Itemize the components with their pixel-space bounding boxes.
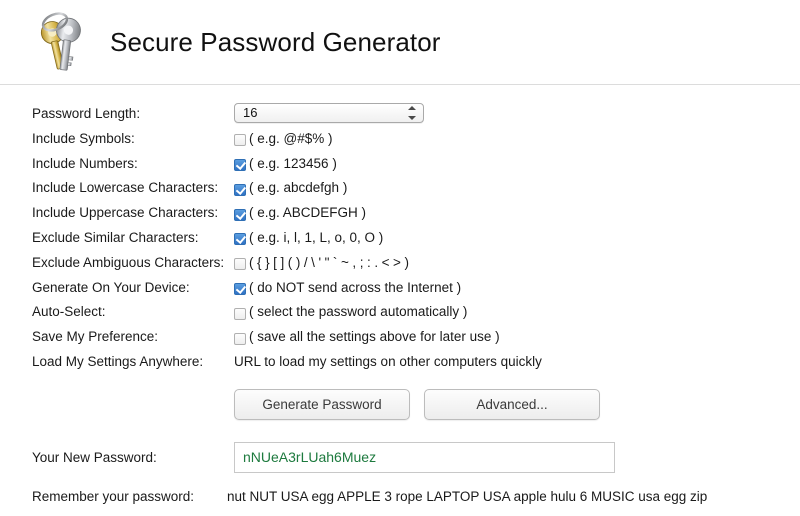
hint-include-numbers: ( e.g. 123456 ) bbox=[249, 155, 337, 171]
advanced-button[interactable]: Advanced... bbox=[424, 388, 600, 420]
field-exclude-ambiguous: ( { } [ ] ( ) / \ ' " ` ~ , ; : . < > ) bbox=[234, 251, 800, 276]
stepper-arrows-icon bbox=[408, 106, 417, 120]
checkbox-exclude-similar[interactable] bbox=[234, 233, 246, 246]
generate-password-button[interactable]: Generate Password bbox=[234, 388, 410, 420]
remember-password-value: nut NUT USA egg APPLE 3 rope LAPTOP USA … bbox=[227, 488, 708, 504]
load-settings-link[interactable]: URL to load my settings on other compute… bbox=[234, 350, 542, 375]
row-include-numbers: Include Numbers: ( e.g. 123456 ) bbox=[0, 152, 800, 177]
label-password-length: Password Length: bbox=[32, 106, 141, 121]
row-load-settings: Load My Settings Anywhere: URL to load m… bbox=[0, 350, 800, 375]
field-save-preference: ( save all the settings above for later … bbox=[234, 325, 800, 350]
checkbox-generate-on-device[interactable] bbox=[234, 282, 246, 295]
hint-include-lowercase: ( e.g. abcdefgh ) bbox=[249, 180, 348, 196]
row-password-length: Password Length: 16 bbox=[0, 102, 800, 127]
row-save-preference: Save My Preference: ( save all the setti… bbox=[0, 325, 800, 350]
checkbox-save-preference[interactable] bbox=[234, 332, 246, 345]
label-generate-on-device: Generate On Your Device: bbox=[32, 279, 190, 295]
app-header: Secure Password Generator bbox=[0, 0, 800, 85]
field-password-length: 16 bbox=[234, 102, 800, 123]
password-length-select[interactable]: 16 bbox=[234, 103, 424, 123]
checkbox-exclude-ambiguous[interactable] bbox=[234, 258, 246, 271]
hint-auto-select: ( select the password automatically ) bbox=[249, 304, 468, 320]
label-include-lowercase: Include Lowercase Characters: bbox=[32, 180, 219, 196]
action-buttons: Generate Password Advanced... bbox=[0, 388, 800, 420]
field-include-uppercase: ( e.g. ABCDEFGH ) bbox=[234, 201, 800, 226]
label-include-uppercase: Include Uppercase Characters: bbox=[32, 205, 219, 221]
label-exclude-similar: Exclude Similar Characters: bbox=[32, 229, 199, 245]
field-include-numbers: ( e.g. 123456 ) bbox=[234, 152, 800, 177]
row-exclude-similar: Exclude Similar Characters: ( e.g. i, l,… bbox=[0, 226, 800, 251]
hint-generate-on-device: ( do NOT send across the Internet ) bbox=[249, 279, 462, 295]
new-password-input[interactable]: nNUeA3rLUah6Muez bbox=[234, 441, 615, 473]
field-include-symbols: ( e.g. @#$% ) bbox=[234, 127, 800, 152]
field-auto-select: ( select the password automatically ) bbox=[234, 300, 800, 325]
hint-include-symbols: ( e.g. @#$% ) bbox=[249, 130, 333, 146]
row-new-password: Your New Password: nNUeA3rLUah6Muez bbox=[0, 441, 800, 473]
field-exclude-similar: ( e.g. i, l, 1, L, o, 0, O ) bbox=[234, 226, 800, 251]
hint-save-preference: ( save all the settings above for later … bbox=[249, 329, 500, 345]
label-include-numbers: Include Numbers: bbox=[32, 155, 138, 171]
label-save-preference: Save My Preference: bbox=[32, 329, 159, 345]
hint-exclude-similar: ( e.g. i, l, 1, L, o, 0, O ) bbox=[249, 229, 384, 245]
checkbox-include-symbols[interactable] bbox=[234, 134, 246, 147]
checkbox-include-numbers[interactable] bbox=[234, 158, 246, 171]
row-exclude-ambiguous: Exclude Ambiguous Characters: ( { } [ ] … bbox=[0, 251, 800, 276]
label-exclude-ambiguous: Exclude Ambiguous Characters: bbox=[32, 254, 225, 270]
row-include-symbols: Include Symbols: ( e.g. @#$% ) bbox=[0, 127, 800, 152]
row-auto-select: Auto-Select: ( select the password autom… bbox=[0, 300, 800, 325]
label-new-password: Your New Password: bbox=[32, 449, 157, 465]
hint-exclude-ambiguous: ( { } [ ] ( ) / \ ' " ` ~ , ; : . < > ) bbox=[249, 254, 409, 270]
checkbox-include-uppercase[interactable] bbox=[234, 208, 246, 221]
label-include-symbols: Include Symbols: bbox=[32, 130, 135, 146]
row-include-lowercase: Include Lowercase Characters: ( e.g. abc… bbox=[0, 176, 800, 201]
page-title: Secure Password Generator bbox=[110, 26, 441, 57]
generator-form: Password Length: 16 Include Symbols: ( e… bbox=[0, 85, 800, 375]
password-length-value: 16 bbox=[234, 103, 424, 123]
keys-icon bbox=[40, 12, 81, 71]
checkbox-auto-select[interactable] bbox=[234, 307, 246, 320]
label-remember-password: Remember your password: bbox=[32, 488, 195, 504]
hint-include-uppercase: ( e.g. ABCDEFGH ) bbox=[249, 205, 367, 221]
label-load-settings: Load My Settings Anywhere: bbox=[32, 353, 204, 369]
label-auto-select: Auto-Select: bbox=[32, 304, 106, 320]
field-generate-on-device: ( do NOT send across the Internet ) bbox=[234, 276, 800, 301]
checkbox-include-lowercase[interactable] bbox=[234, 183, 246, 196]
row-generate-on-device: Generate On Your Device: ( do NOT send a… bbox=[0, 276, 800, 301]
row-remember-password: Remember your password: nut NUT USA egg … bbox=[0, 489, 800, 504]
field-include-lowercase: ( e.g. abcdefgh ) bbox=[234, 176, 800, 201]
field-load-settings: URL to load my settings on other compute… bbox=[234, 350, 800, 375]
row-include-uppercase: Include Uppercase Characters: ( e.g. ABC… bbox=[0, 201, 800, 226]
